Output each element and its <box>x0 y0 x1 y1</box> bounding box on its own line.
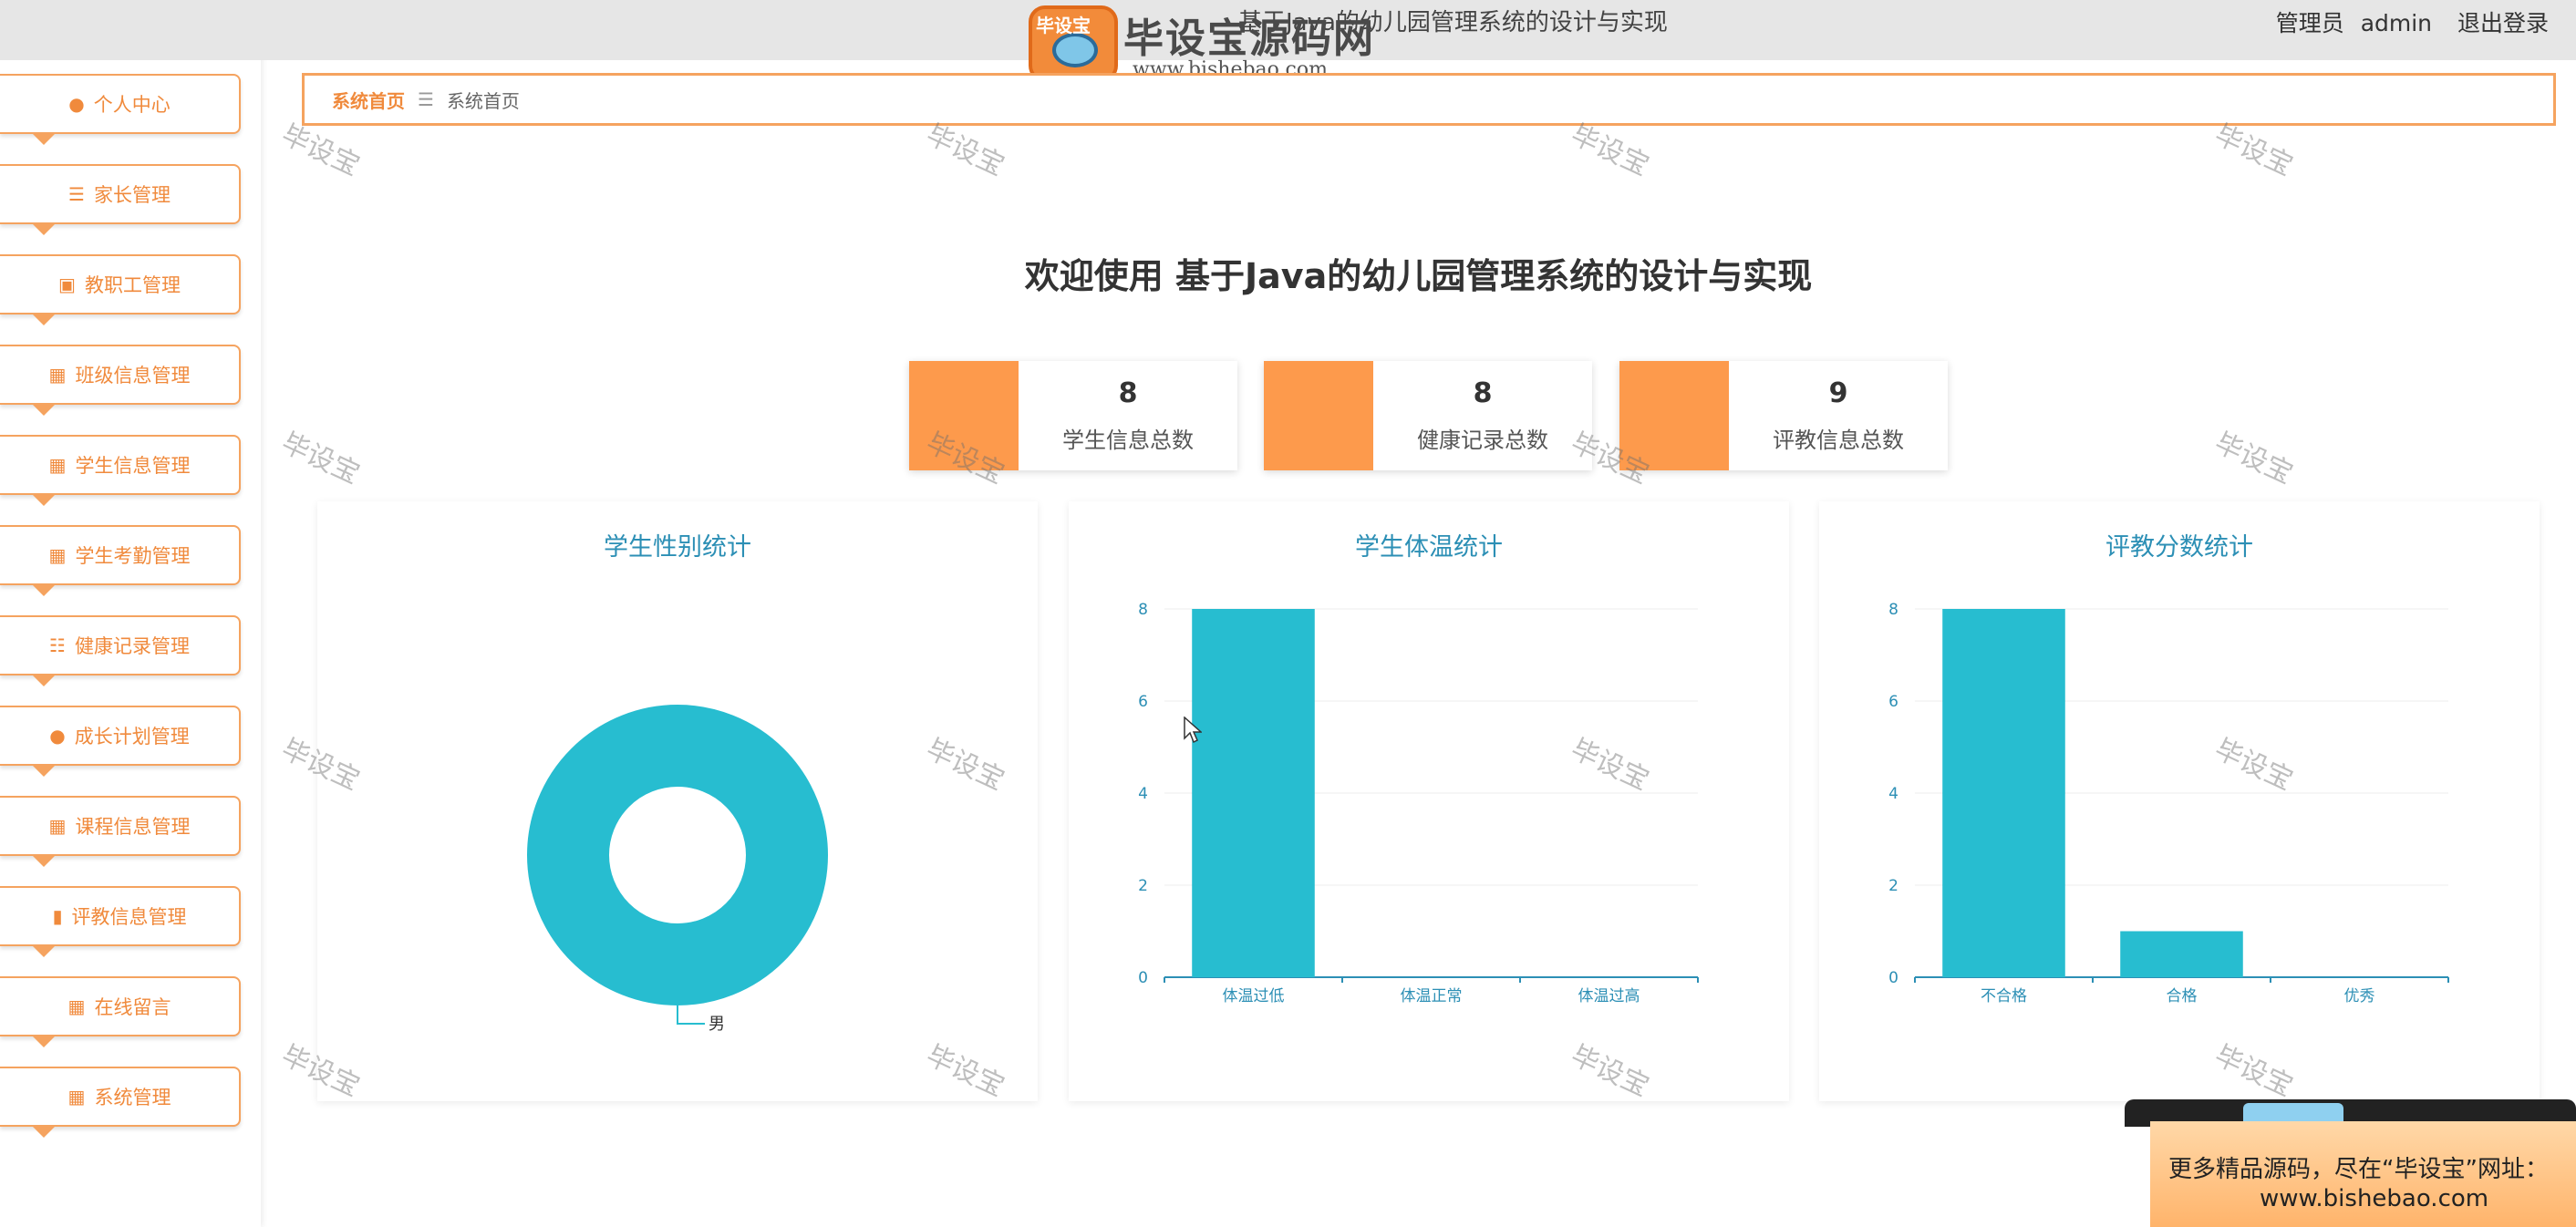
sidebar-item-label: 学生信息管理 <box>75 455 191 477</box>
stat-label: 健康记录总数 <box>1417 428 1548 453</box>
chart-panel-temperature: 学生体温统计 0 2 4 6 8 体温过低 体温正常 体温过高 <box>1069 501 1789 1101</box>
y-tick-label: 8 <box>1888 601 1898 619</box>
sidebar-item-11[interactable]: ▦ 在线留言 <box>0 976 241 1047</box>
stat-value: 8 <box>1473 377 1493 409</box>
y-tick-label: 4 <box>1138 785 1148 803</box>
mouse-cursor-icon <box>1184 717 1202 744</box>
grid-icon: ▦ <box>48 815 67 837</box>
pie-label: 男 <box>709 1015 725 1034</box>
grid-icon: ▦ <box>48 454 67 476</box>
gender-donut-chart: 男 <box>527 705 828 1034</box>
grid-icon: ▦ <box>48 364 67 386</box>
x-tick-label: 不合格 <box>1981 987 2027 1005</box>
breadcrumb-separator-icon: ☰ <box>418 88 434 110</box>
sidebar-item-label: 评教信息管理 <box>71 906 187 928</box>
y-tick-label: 6 <box>1888 693 1898 711</box>
bar-chart-icon: ▮ <box>52 905 63 927</box>
y-tick-label: 6 <box>1138 693 1148 711</box>
sidebar-item-label: 班级信息管理 <box>75 365 191 387</box>
user-area: 管理员 admin 退出登录 <box>2258 5 2549 38</box>
pie-slice[interactable] <box>527 705 828 1005</box>
logout-button[interactable]: 退出登录 <box>2457 10 2549 36</box>
stat-color-block <box>909 361 1019 470</box>
bar[interactable] <box>1942 609 2065 977</box>
sidebar-item-10[interactable]: ▮ 评教信息管理 <box>0 886 241 957</box>
watermark-text: 毕设宝 <box>2209 427 2298 491</box>
stat-label: 评教信息总数 <box>1773 428 1904 453</box>
evaluation-bar-chart: 0 2 4 6 8 不合格 合格 优秀 <box>1888 601 2449 1005</box>
bar[interactable] <box>2120 931 2243 978</box>
sidebar-item-label: 教职工管理 <box>84 274 181 296</box>
sidebar-item-label: 学生考勤管理 <box>75 545 191 567</box>
watermark-text: 毕设宝 <box>276 427 365 491</box>
user-role: 管理员 <box>2275 10 2344 36</box>
stat-value: 9 <box>1828 377 1848 409</box>
breadcrumb-home[interactable]: 系统首页 <box>332 87 405 113</box>
sidebar-item-4[interactable]: ▦ 班级信息管理 <box>0 345 241 416</box>
sidebar-item-9[interactable]: ▦ 课程信息管理 <box>0 796 241 867</box>
stat-label: 学生信息总数 <box>1062 428 1194 453</box>
pie-label-line <box>677 1005 705 1025</box>
sidebar-item-label: 课程信息管理 <box>75 816 191 838</box>
sidebar-item-label: 成长计划管理 <box>74 726 190 748</box>
x-tick-label: 体温过低 <box>1223 987 1285 1005</box>
x-tick-label: 优秀 <box>2344 987 2375 1005</box>
watermark-logo-icon: 毕设宝 <box>1029 5 1118 82</box>
x-tick-label: 合格 <box>2167 987 2198 1005</box>
y-tick-label: 4 <box>1888 785 1898 803</box>
breadcrumb: 系统首页 ☰ 系统首页 <box>302 73 2556 126</box>
stat-card-students: 8 学生信息总数 <box>909 361 1237 470</box>
sidebar-item-label: 家长管理 <box>93 184 171 206</box>
promo-banner: 更多精品源码，尽在“毕设宝”网址： www.bishebao.com <box>2150 1121 2576 1227</box>
grid-icon: ▦ <box>67 995 86 1017</box>
promo-url[interactable]: www.bishebao.com <box>2260 1185 2488 1212</box>
sidebar-item-label: 个人中心 <box>93 94 171 116</box>
stat-card-evaluations: 9 评教信息总数 <box>1619 361 1948 470</box>
sidebar-item-1[interactable]: ● 个人中心 <box>0 74 241 145</box>
x-tick-label: 体温正常 <box>1401 987 1463 1005</box>
y-tick-label: 0 <box>1888 969 1898 987</box>
sidebar-item-7[interactable]: ☷ 健康记录管理 <box>0 615 241 686</box>
logo-face-icon <box>1052 33 1098 67</box>
logo-badge-text: 毕设宝 <box>1036 15 1091 36</box>
sidebar-item-12[interactable]: ▦ 系统管理 <box>0 1067 241 1138</box>
user-icon: ● <box>68 93 85 115</box>
briefcase-icon: ▣ <box>58 273 76 295</box>
grid-icon: ▦ <box>48 544 67 566</box>
y-tick-label: 2 <box>1888 877 1898 895</box>
sidebar-item-label: 健康记录管理 <box>74 635 190 657</box>
temperature-bar-chart: 0 2 4 6 8 体温过低 体温正常 体温过高 <box>1138 601 1699 1005</box>
sidebar-item-3[interactable]: ▣ 教职工管理 <box>0 254 241 325</box>
breadcrumb-current: 系统首页 <box>446 89 520 112</box>
stat-color-block <box>1264 361 1373 470</box>
sidebar-item-8[interactable]: ● 成长计划管理 <box>0 706 241 777</box>
bar[interactable] <box>1192 609 1315 977</box>
welcome-heading: 欢迎使用 基于Java的幼儿园管理系统的设计与实现 <box>1024 256 1813 296</box>
sidebar-item-label: 系统管理 <box>94 1087 171 1108</box>
chart-panel-evaluation: 评教分数统计 0 2 4 6 8 不合格 合格 优秀 <box>1819 501 2540 1101</box>
x-tick-label: 体温过高 <box>1578 987 1640 1005</box>
y-tick-label: 2 <box>1138 877 1148 895</box>
user-icon: ● <box>49 725 66 747</box>
sidebar-item-6[interactable]: ▦ 学生考勤管理 <box>0 525 241 596</box>
y-tick-label: 8 <box>1138 601 1148 619</box>
watermark-logo-text: 毕设宝源码网 <box>1123 15 1375 62</box>
sidebar-item-label: 在线留言 <box>94 996 171 1018</box>
sliders-icon: ☷ <box>49 634 66 656</box>
stat-card-health: 8 健康记录总数 <box>1264 361 1592 470</box>
sidebar-item-5[interactable]: ▦ 学生信息管理 <box>0 435 241 506</box>
y-tick-label: 0 <box>1138 969 1148 987</box>
stat-value: 8 <box>1118 377 1138 409</box>
promo-text: 更多精品源码，尽在“毕设宝”网址： <box>2168 1156 2549 1183</box>
chart-panel-gender: 学生性别统计 男 <box>317 501 1038 1101</box>
username: admin <box>2360 10 2433 36</box>
sidebar: ⌂系统首页●个人中心☰家长管理▣教职工管理▦班级信息管理▦学生信息管理▦学生考勤… <box>0 0 261 1227</box>
list-icon: ☰ <box>68 183 85 205</box>
grid-icon: ▦ <box>67 1086 86 1108</box>
stat-color-block <box>1619 361 1729 470</box>
sidebar-item-2[interactable]: ☰ 家长管理 <box>0 164 241 235</box>
